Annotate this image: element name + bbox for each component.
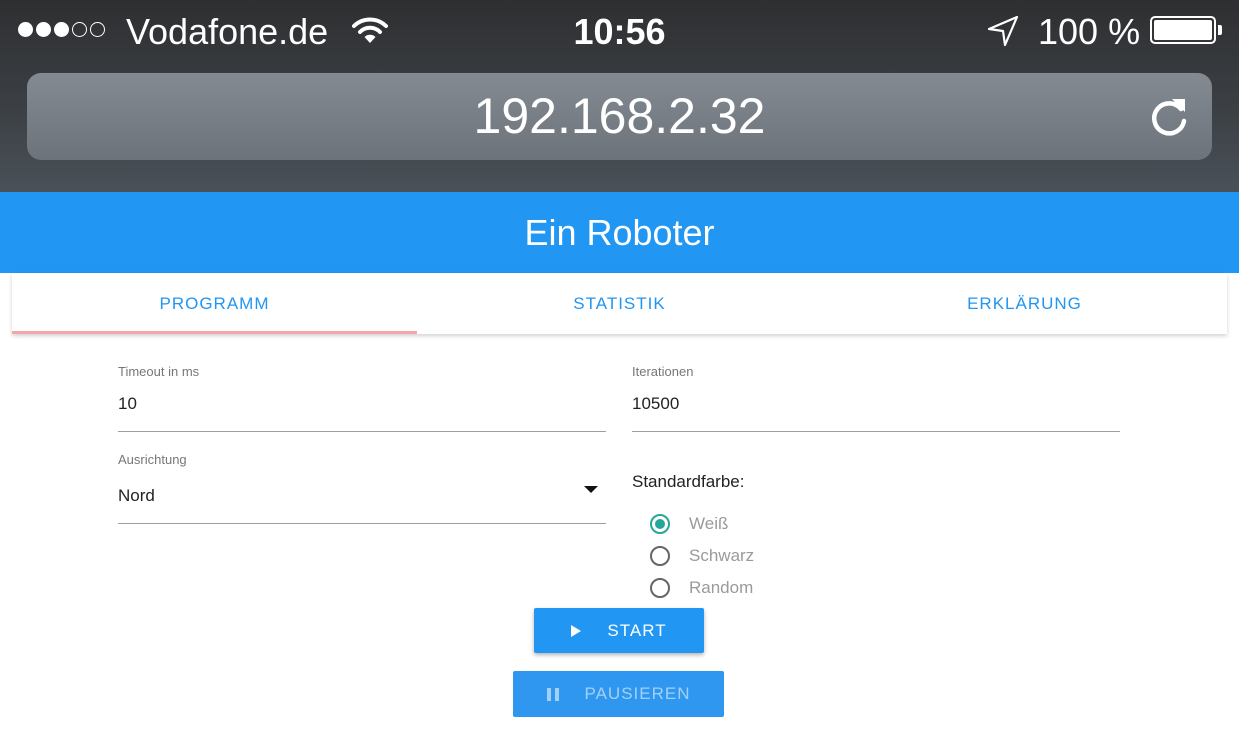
pause-icon: [546, 687, 559, 701]
tab-bar: PROGRAMM STATISTIK ERKLÄRUNG: [12, 273, 1227, 334]
radio-weiss[interactable]: Weiß: [650, 514, 728, 534]
reload-icon[interactable]: [1148, 95, 1190, 139]
start-label: START: [607, 620, 667, 640]
location-arrow-icon: [987, 15, 1019, 47]
tab-statistik[interactable]: STATISTIK: [417, 273, 822, 334]
battery-percentage: 100 %: [1038, 11, 1141, 52]
status-bar: Vodafone.de 10:56 100 %: [0, 0, 1239, 64]
tab-erklaerung[interactable]: ERKLÄRUNG: [822, 273, 1227, 334]
orientation-select[interactable]: Ausrichtung Nord: [118, 450, 606, 524]
orientation-underline: [118, 523, 606, 524]
tab-programm[interactable]: PROGRAMM: [12, 273, 417, 334]
radio-schwarz[interactable]: Schwarz: [650, 546, 754, 566]
radio-unchecked-icon[interactable]: [650, 546, 670, 566]
radio-schwarz-label: Schwarz: [689, 546, 755, 565]
radio-checked-icon[interactable]: [650, 514, 670, 534]
radio-unchecked-icon[interactable]: [650, 578, 670, 598]
orientation-value[interactable]: Nord: [118, 486, 155, 506]
dropdown-arrow-icon[interactable]: [584, 486, 598, 493]
iterations-input[interactable]: 10500: [632, 394, 679, 414]
timeout-field[interactable]: Timeout in ms 10: [118, 362, 606, 432]
address-bar[interactable]: 192.168.2.32: [27, 73, 1212, 160]
iterations-underline: [632, 431, 1120, 432]
radio-weiss-label: Weiß: [689, 514, 729, 533]
pause-button[interactable]: PAUSIEREN: [513, 671, 724, 717]
iterations-label: Iterationen: [632, 364, 694, 379]
default-color-title: Standardfarbe:: [632, 472, 745, 491]
timeout-label: Timeout in ms: [118, 364, 200, 379]
play-icon: [571, 624, 582, 637]
iterations-field[interactable]: Iterationen 10500: [632, 362, 1120, 432]
orientation-label: Ausrichtung: [118, 452, 187, 467]
timeout-underline: [118, 431, 606, 432]
start-button[interactable]: START: [534, 608, 704, 653]
battery-tip: [1218, 25, 1222, 35]
radio-random-label: Random: [689, 578, 754, 597]
url-text: 192.168.2.32: [473, 88, 766, 144]
timeout-input[interactable]: 10: [118, 394, 137, 414]
app-title: Ein Roboter: [0, 192, 1239, 273]
browser-chrome: Vodafone.de 10:56 100 % 192.168.2.32: [0, 0, 1239, 192]
battery-icon: [1150, 16, 1216, 44]
pause-label: PAUSIEREN: [584, 684, 691, 703]
radio-random[interactable]: Random: [650, 578, 753, 598]
